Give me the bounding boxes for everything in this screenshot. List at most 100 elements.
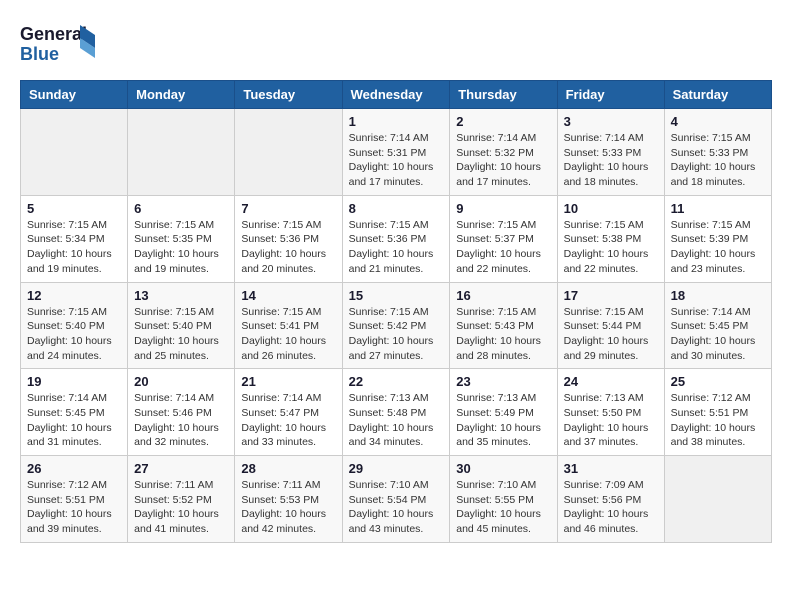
calendar-cell: 10 Sunrise: 7:15 AM Sunset: 5:38 PM Dayli… — [557, 195, 664, 282]
weekday-header: Friday — [557, 81, 664, 109]
day-info: Sunrise: 7:11 AM Sunset: 5:53 PM Dayligh… — [241, 478, 335, 537]
calendar-cell: 16 Sunrise: 7:15 AM Sunset: 5:43 PM Dayli… — [450, 282, 557, 369]
calendar-cell — [235, 109, 342, 196]
calendar-cell: 25 Sunrise: 7:12 AM Sunset: 5:51 PM Dayli… — [664, 369, 771, 456]
page-header: GeneralBlue — [20, 20, 772, 64]
day-number: 10 — [564, 201, 658, 216]
svg-text:Blue: Blue — [20, 44, 59, 64]
day-info: Sunrise: 7:14 AM Sunset: 5:47 PM Dayligh… — [241, 391, 335, 450]
weekday-header: Sunday — [21, 81, 128, 109]
day-number: 3 — [564, 114, 658, 129]
day-info: Sunrise: 7:10 AM Sunset: 5:54 PM Dayligh… — [349, 478, 444, 537]
day-number: 20 — [134, 374, 228, 389]
calendar-cell — [21, 109, 128, 196]
day-info: Sunrise: 7:12 AM Sunset: 5:51 PM Dayligh… — [27, 478, 121, 537]
calendar-cell: 14 Sunrise: 7:15 AM Sunset: 5:41 PM Dayli… — [235, 282, 342, 369]
day-info: Sunrise: 7:15 AM Sunset: 5:38 PM Dayligh… — [564, 218, 658, 277]
calendar-cell: 19 Sunrise: 7:14 AM Sunset: 5:45 PM Dayli… — [21, 369, 128, 456]
calendar-cell: 4Sunrise: 7:15 AM Sunset: 5:33 PM Daylig… — [664, 109, 771, 196]
calendar-cell — [664, 456, 771, 543]
day-info: Sunrise: 7:10 AM Sunset: 5:55 PM Dayligh… — [456, 478, 550, 537]
day-info: Sunrise: 7:14 AM Sunset: 5:46 PM Dayligh… — [134, 391, 228, 450]
day-info: Sunrise: 7:15 AM Sunset: 5:41 PM Dayligh… — [241, 305, 335, 364]
day-info: Sunrise: 7:15 AM Sunset: 5:44 PM Dayligh… — [564, 305, 658, 364]
day-info: Sunrise: 7:15 AM Sunset: 5:40 PM Dayligh… — [27, 305, 121, 364]
day-info: Sunrise: 7:15 AM Sunset: 5:40 PM Dayligh… — [134, 305, 228, 364]
day-number: 25 — [671, 374, 765, 389]
day-number: 26 — [27, 461, 121, 476]
day-number: 6 — [134, 201, 228, 216]
calendar-cell: 2 Sunrise: 7:14 AM Sunset: 5:32 PM Daylig… — [450, 109, 557, 196]
weekday-header: Tuesday — [235, 81, 342, 109]
calendar-cell: 23Sunrise: 7:13 AM Sunset: 5:49 PM Dayli… — [450, 369, 557, 456]
day-info: Sunrise: 7:13 AM Sunset: 5:48 PM Dayligh… — [349, 391, 444, 450]
day-info: Sunrise: 7:15 AM Sunset: 5:43 PM Dayligh… — [456, 305, 550, 364]
calendar-cell: 15 Sunrise: 7:15 AM Sunset: 5:42 PM Dayli… — [342, 282, 450, 369]
day-number: 29 — [349, 461, 444, 476]
day-number: 16 — [456, 288, 550, 303]
calendar-week-row: 5 Sunrise: 7:15 AM Sunset: 5:34 PM Daylig… — [21, 195, 772, 282]
day-info: Sunrise: 7:14 AM Sunset: 5:33 PM Dayligh… — [564, 131, 658, 190]
weekday-header: Monday — [128, 81, 235, 109]
day-number: 7 — [241, 201, 335, 216]
day-number: 14 — [241, 288, 335, 303]
calendar-cell: 17 Sunrise: 7:15 AM Sunset: 5:44 PM Dayli… — [557, 282, 664, 369]
day-number: 30 — [456, 461, 550, 476]
day-info: Sunrise: 7:14 AM Sunset: 5:32 PM Dayligh… — [456, 131, 550, 190]
day-info: Sunrise: 7:13 AM Sunset: 5:49 PM Dayligh… — [456, 391, 550, 450]
day-number: 8 — [349, 201, 444, 216]
calendar-cell: 11Sunrise: 7:15 AM Sunset: 5:39 PM Dayli… — [664, 195, 771, 282]
calendar-week-row: 19 Sunrise: 7:14 AM Sunset: 5:45 PM Dayli… — [21, 369, 772, 456]
calendar-cell: 29 Sunrise: 7:10 AM Sunset: 5:54 PM Dayli… — [342, 456, 450, 543]
day-number: 18 — [671, 288, 765, 303]
calendar-cell: 20 Sunrise: 7:14 AM Sunset: 5:46 PM Dayli… — [128, 369, 235, 456]
day-number: 1 — [349, 114, 444, 129]
day-number: 22 — [349, 374, 444, 389]
day-info: Sunrise: 7:15 AM Sunset: 5:39 PM Dayligh… — [671, 218, 765, 277]
day-info: Sunrise: 7:15 AM Sunset: 5:35 PM Dayligh… — [134, 218, 228, 277]
calendar-cell: 12Sunrise: 7:15 AM Sunset: 5:40 PM Dayli… — [21, 282, 128, 369]
day-number: 28 — [241, 461, 335, 476]
day-info: Sunrise: 7:15 AM Sunset: 5:36 PM Dayligh… — [349, 218, 444, 277]
day-number: 19 — [27, 374, 121, 389]
calendar-cell: 7 Sunrise: 7:15 AM Sunset: 5:36 PM Daylig… — [235, 195, 342, 282]
weekday-header: Saturday — [664, 81, 771, 109]
day-info: Sunrise: 7:14 AM Sunset: 5:31 PM Dayligh… — [349, 131, 444, 190]
calendar-cell: 8 Sunrise: 7:15 AM Sunset: 5:36 PM Daylig… — [342, 195, 450, 282]
calendar-cell — [128, 109, 235, 196]
day-info: Sunrise: 7:11 AM Sunset: 5:52 PM Dayligh… — [134, 478, 228, 537]
calendar-table: SundayMondayTuesdayWednesdayThursdayFrid… — [20, 80, 772, 543]
day-info: Sunrise: 7:15 AM Sunset: 5:37 PM Dayligh… — [456, 218, 550, 277]
day-info: Sunrise: 7:12 AM Sunset: 5:51 PM Dayligh… — [671, 391, 765, 450]
day-info: Sunrise: 7:13 AM Sunset: 5:50 PM Dayligh… — [564, 391, 658, 450]
calendar-week-row: 26 Sunrise: 7:12 AM Sunset: 5:51 PM Dayli… — [21, 456, 772, 543]
calendar-cell: 24 Sunrise: 7:13 AM Sunset: 5:50 PM Dayli… — [557, 369, 664, 456]
day-info: Sunrise: 7:14 AM Sunset: 5:45 PM Dayligh… — [27, 391, 121, 450]
calendar-week-row: 12Sunrise: 7:15 AM Sunset: 5:40 PM Dayli… — [21, 282, 772, 369]
day-number: 24 — [564, 374, 658, 389]
calendar-cell: 22 Sunrise: 7:13 AM Sunset: 5:48 PM Dayli… — [342, 369, 450, 456]
calendar-cell: 30 Sunrise: 7:10 AM Sunset: 5:55 PM Dayli… — [450, 456, 557, 543]
day-number: 15 — [349, 288, 444, 303]
day-info: Sunrise: 7:09 AM Sunset: 5:56 PM Dayligh… — [564, 478, 658, 537]
calendar-cell: 31 Sunrise: 7:09 AM Sunset: 5:56 PM Dayli… — [557, 456, 664, 543]
calendar-cell: 27Sunrise: 7:11 AM Sunset: 5:52 PM Dayli… — [128, 456, 235, 543]
day-info: Sunrise: 7:15 AM Sunset: 5:36 PM Dayligh… — [241, 218, 335, 277]
day-info: Sunrise: 7:15 AM Sunset: 5:34 PM Dayligh… — [27, 218, 121, 277]
day-info: Sunrise: 7:15 AM Sunset: 5:33 PM Dayligh… — [671, 131, 765, 190]
day-number: 5 — [27, 201, 121, 216]
day-number: 9 — [456, 201, 550, 216]
day-number: 13 — [134, 288, 228, 303]
calendar-header-row: SundayMondayTuesdayWednesdayThursdayFrid… — [21, 81, 772, 109]
calendar-cell: 26 Sunrise: 7:12 AM Sunset: 5:51 PM Dayli… — [21, 456, 128, 543]
logo: GeneralBlue — [20, 20, 100, 64]
calendar-cell: 5 Sunrise: 7:15 AM Sunset: 5:34 PM Daylig… — [21, 195, 128, 282]
day-number: 17 — [564, 288, 658, 303]
calendar-cell: 6 Sunrise: 7:15 AM Sunset: 5:35 PM Daylig… — [128, 195, 235, 282]
day-info: Sunrise: 7:15 AM Sunset: 5:42 PM Dayligh… — [349, 305, 444, 364]
calendar-week-row: 1 Sunrise: 7:14 AM Sunset: 5:31 PM Daylig… — [21, 109, 772, 196]
day-number: 2 — [456, 114, 550, 129]
day-number: 31 — [564, 461, 658, 476]
weekday-header: Wednesday — [342, 81, 450, 109]
logo-icon: GeneralBlue — [20, 20, 100, 64]
